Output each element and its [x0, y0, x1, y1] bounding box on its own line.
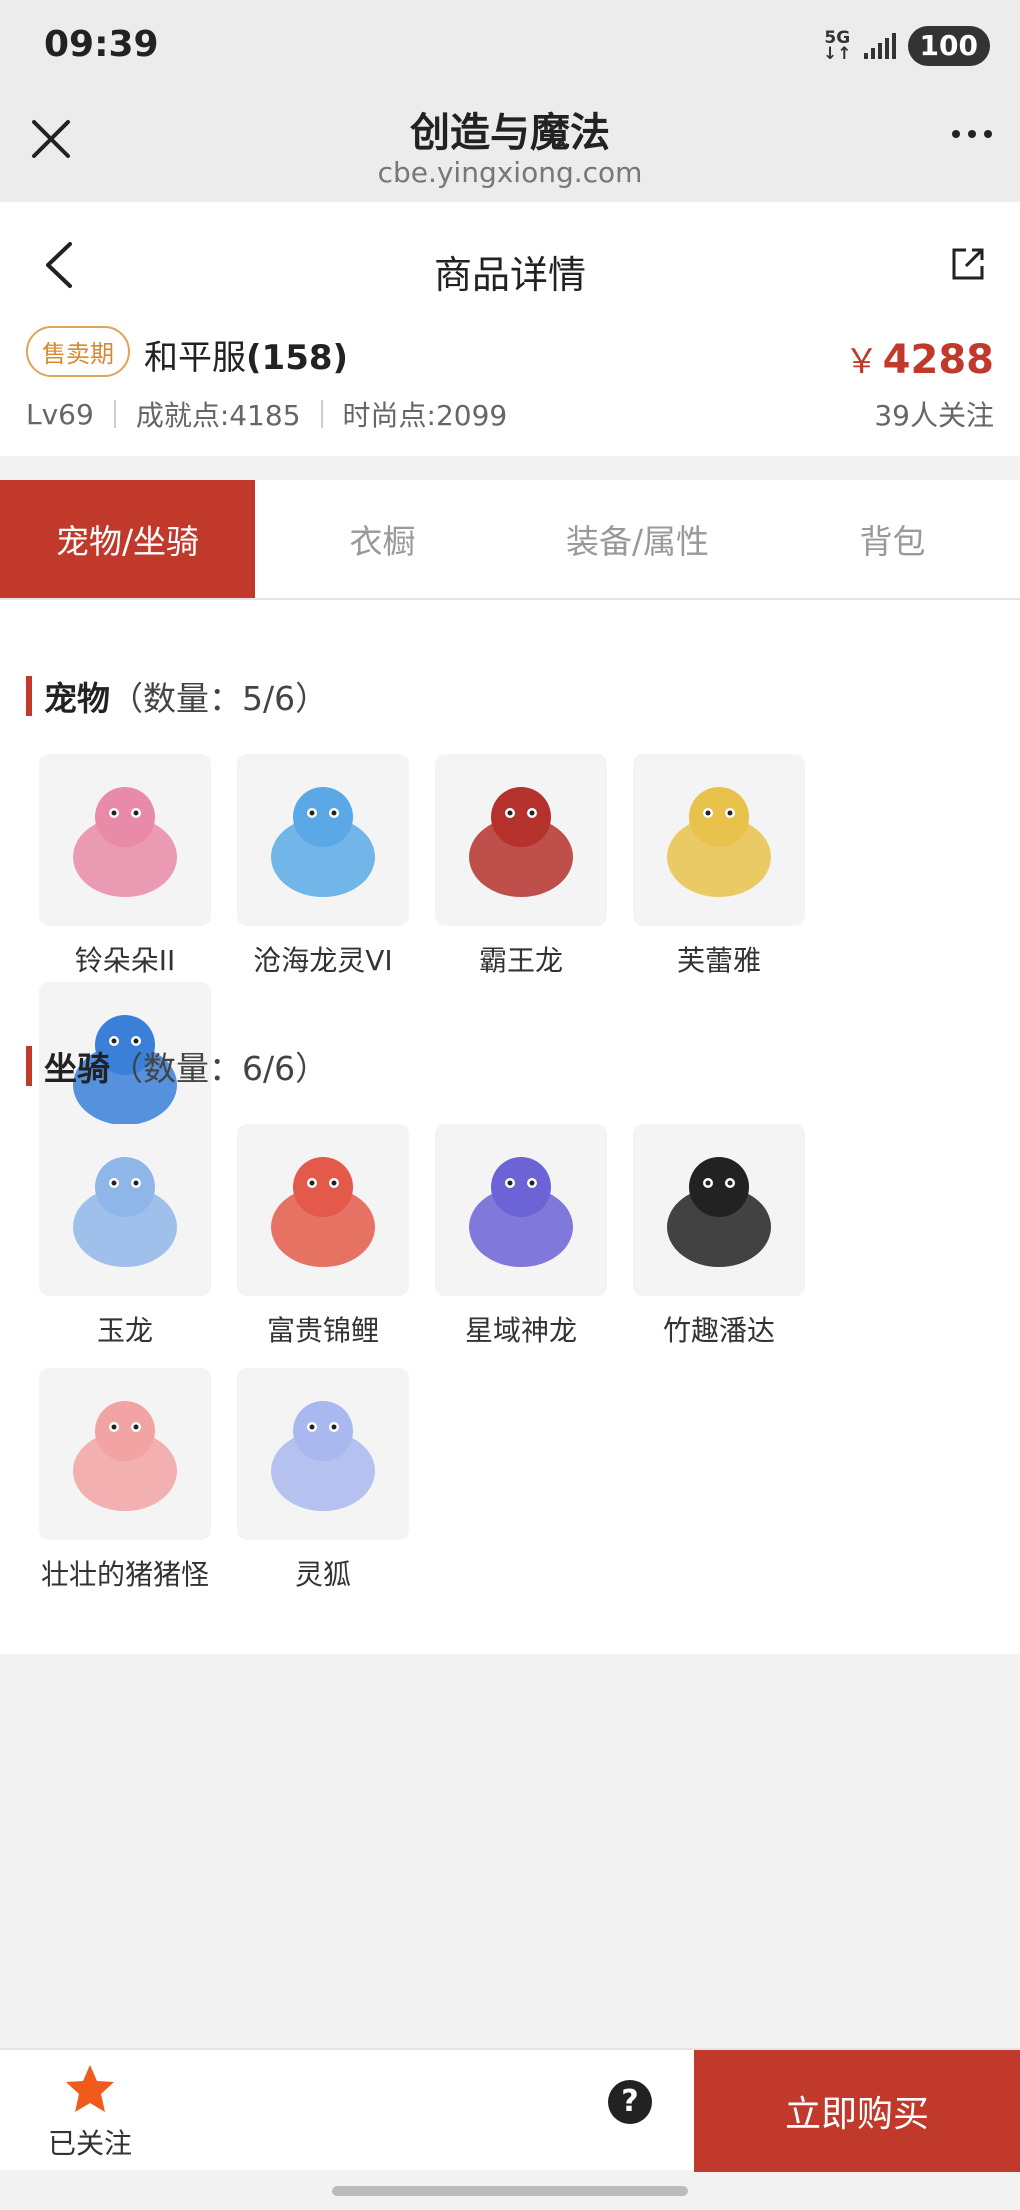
- mounts-section-title: 坐骑 （数量：6/6）: [26, 1042, 328, 1090]
- goddess-icon: [633, 754, 805, 926]
- more-icon[interactable]: [952, 130, 992, 138]
- tab-equipment[interactable]: 装备/属性: [510, 480, 765, 598]
- list-item[interactable]: 竹趣潘达: [620, 1124, 818, 1352]
- jade-dragon-icon: [39, 1124, 211, 1296]
- follow-button[interactable]: 已关注: [40, 2062, 140, 2162]
- battery-indicator: 100: [907, 26, 990, 66]
- tab-pets-mounts[interactable]: 宠物/坐骑: [0, 480, 255, 598]
- list-item[interactable]: 富贵锦鲤: [224, 1124, 422, 1352]
- list-item[interactable]: 铃朵朵II: [26, 754, 224, 982]
- star-dragon-icon: [435, 1124, 607, 1296]
- page-title: 商品详情: [433, 253, 586, 297]
- level: Lv69: [26, 397, 94, 431]
- item-name: 星域神龙: [464, 1314, 577, 1347]
- followers-count: 39人关注: [874, 399, 994, 432]
- divider: [320, 400, 323, 428]
- trex-icon: [435, 754, 607, 926]
- panda-icon: [633, 1124, 805, 1296]
- item-name: 芙蕾雅: [676, 944, 761, 977]
- item-name: 灵狐: [294, 1558, 351, 1591]
- list-item[interactable]: 沧海龙灵VI: [224, 754, 422, 982]
- status-time: 09:39: [44, 24, 159, 65]
- page-header: 商品详情: [0, 202, 1020, 322]
- list-item[interactable]: 霸王龙: [422, 754, 620, 982]
- status-bar: 09:39 5G ↓↑ 100: [0, 0, 1020, 90]
- flower-fairy-icon: [39, 754, 211, 926]
- item-name: 霸王龙: [478, 944, 563, 977]
- browser-url: cbe.yingxiong.com: [377, 156, 643, 189]
- share-icon[interactable]: [950, 246, 986, 282]
- star-icon: [66, 2065, 114, 2112]
- tab-wardrobe[interactable]: 衣橱: [255, 480, 510, 598]
- signal-icon: [863, 33, 896, 59]
- koi-icon: [237, 1124, 409, 1296]
- buy-now-button[interactable]: 立即购买: [694, 2050, 1020, 2172]
- item-name: 铃朵朵II: [74, 944, 176, 977]
- item-name: 壮壮的猪猪怪: [40, 1558, 209, 1591]
- product-info: 售卖期 和平服(158) ￥ 4288 Lv69 成就点:4185 时尚点:209…: [0, 322, 1020, 456]
- home-indicator: [332, 2186, 688, 2196]
- browser-title: 创造与魔法: [410, 110, 610, 156]
- tab-bar: 宠物/坐骑 衣橱 装备/属性 背包: [0, 480, 1020, 600]
- pig-icon: [39, 1368, 211, 1540]
- item-name: 玉龙: [96, 1314, 153, 1347]
- status-badge: 售卖期: [26, 326, 130, 377]
- tab-backpack[interactable]: 背包: [765, 480, 1020, 598]
- follow-label: 已关注: [47, 2127, 132, 2160]
- list-item[interactable]: 灵狐: [224, 1368, 422, 1596]
- mounts-grid: 玉龙 富贵锦鲤 星域神龙 竹趣潘达壮壮的猪猪怪 灵狐: [26, 1124, 1006, 1596]
- status-indicators: 5G ↓↑ 100: [823, 26, 990, 66]
- network-indicator: 5G ↓↑: [823, 28, 852, 64]
- spirit-fox-icon: [237, 1368, 409, 1540]
- item-name: 竹趣潘达: [662, 1314, 775, 1347]
- list-item[interactable]: 芙蕾雅: [620, 754, 818, 982]
- pets-section-title: 宠物 （数量：5/6）: [26, 672, 328, 720]
- achievement-points: 成就点:4185: [135, 399, 301, 432]
- list-item[interactable]: 玉龙: [26, 1124, 224, 1352]
- server-name: 和平服(158): [144, 338, 349, 378]
- content-panel: 宠物（数量：5/6） 铃朵朵II沧海龙灵VI霸王龙芙蕾雅淘气仙灵II 坐骑（数量…: [0, 600, 1020, 1654]
- list-item[interactable]: 壮壮的猪猪怪: [26, 1368, 224, 1596]
- meta-row: Lv69 成就点:4185 时尚点:2099: [26, 394, 507, 434]
- help-icon[interactable]: ?: [608, 2080, 652, 2124]
- list-item[interactable]: 星域神龙: [422, 1124, 620, 1352]
- fashion-points: 时尚点:2099: [342, 399, 508, 432]
- dragon-spirit-icon: [237, 754, 409, 926]
- item-name: 沧海龙灵VI: [253, 944, 393, 977]
- divider: [113, 400, 116, 428]
- price: ￥ 4288: [844, 337, 994, 383]
- bottom-bar: 已关注 ? 立即购买: [0, 2048, 1020, 2172]
- browser-bar: 创造与魔法 cbe.yingxiong.com: [0, 90, 1020, 202]
- item-name: 富贵锦鲤: [266, 1314, 379, 1347]
